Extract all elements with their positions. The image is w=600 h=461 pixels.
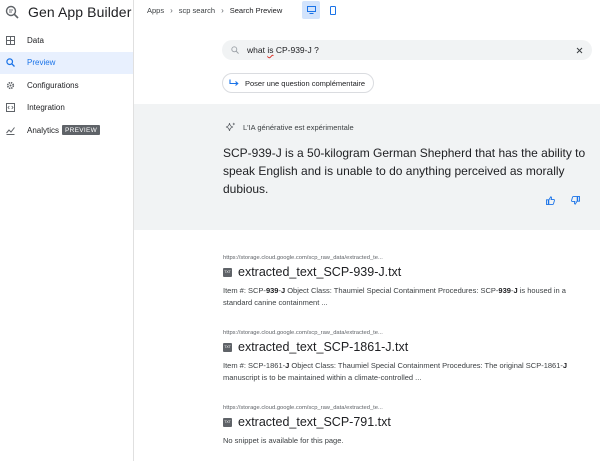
feedback-buttons — [546, 196, 580, 205]
data-grid-icon — [5, 35, 15, 45]
sidebar-item-label: Analytics — [27, 125, 60, 135]
thumbs-up-icon — [546, 196, 555, 205]
search-results: https://storage.cloud.google.com/scp_raw… — [134, 230, 600, 461]
search-query[interactable]: what is CP-939-J ? — [247, 45, 576, 55]
result-url[interactable]: https://storage.cloud.google.com/scp_raw… — [223, 255, 593, 261]
sidebar-nav: Data Preview Configurations Integration … — [0, 29, 133, 141]
text-file-icon: TXT — [223, 267, 232, 277]
mobile-view-button[interactable] — [324, 1, 342, 19]
device-toggle — [298, 1, 342, 19]
desktop-view-button[interactable] — [302, 1, 321, 19]
clear-search-button[interactable] — [576, 41, 583, 59]
breadcrumb-scp-search[interactable]: scp search — [179, 6, 215, 15]
text-file-icon: TXT — [223, 417, 232, 427]
follow-up-label: Poser une question complémentaire — [245, 78, 366, 88]
sidebar-item-label: Data — [27, 35, 44, 45]
result-url[interactable]: https://storage.cloud.google.com/scp_raw… — [223, 405, 593, 411]
result-title-link[interactable]: TXT extracted_text_SCP-939-J.txt — [223, 265, 593, 279]
integration-code-icon — [5, 103, 15, 113]
search-query-part: CP-939-J ? — [273, 45, 319, 55]
thumbs-up-button[interactable] — [546, 196, 555, 205]
follow-up-button[interactable]: Poser une question complémentaire — [222, 73, 375, 93]
brand: Gen App Builder — [0, 1, 133, 23]
search-query-part: what — [247, 45, 268, 55]
snippet-text: Object Class: Thaumiel Special Containme… — [285, 286, 499, 295]
sidebar-item-label: Preview — [27, 58, 56, 67]
sidebar-item-label: Integration — [27, 103, 65, 112]
top-bar: Apps › scp search › Search Preview — [134, 0, 600, 20]
ai-heading-label: L'IA générative est expérimentale — [243, 123, 354, 132]
close-icon — [576, 47, 583, 54]
breadcrumb-apps[interactable]: Apps — [147, 6, 164, 15]
gen-app-builder-logo-icon — [5, 5, 19, 19]
chevron-right-icon: › — [221, 5, 224, 15]
result-title: extracted_text_SCP-939-J.txt — [238, 265, 402, 279]
sidebar-item-integration[interactable]: Integration — [0, 97, 133, 119]
ai-answer-text: SCP-939-J is a 50-kilogram German Shephe… — [223, 146, 586, 196]
analytics-chart-icon — [5, 125, 15, 135]
reply-arrow-icon — [229, 79, 239, 87]
thumbs-down-button[interactable] — [571, 196, 580, 205]
desktop-icon — [306, 6, 316, 14]
sidebar-item-label: Configurations — [27, 80, 79, 90]
result-snippet: Item #: SCP-1861- J Object Class: Thaumie… — [223, 360, 593, 384]
result-snippet: Item #: SCP-939-J Object Class: Thaumiel… — [223, 285, 593, 309]
search-input[interactable]: what is CP-939-J ? — [222, 40, 592, 60]
text-file-icon: TXT — [223, 342, 232, 352]
result-item: https://storage.cloud.google.com/scp_raw… — [223, 255, 593, 309]
result-title: extracted_text_SCP-1861-J.txt — [238, 340, 409, 354]
snippet-text: manuscript is to be maintained within a … — [223, 373, 422, 382]
result-url[interactable]: https://storage.cloud.google.com/scp_raw… — [223, 330, 593, 336]
ai-heading: L'IA générative est expérimentale — [225, 122, 354, 133]
ai-summary-panel: L'IA générative est expérimentale SCP-93… — [134, 104, 600, 230]
sidebar-item-analytics[interactable]: Analytics PREVIEW — [0, 119, 133, 141]
result-title-link[interactable]: TXT extracted_text_SCP-791.txt — [223, 415, 593, 429]
thumbs-down-icon — [571, 196, 580, 205]
result-item: https://storage.cloud.google.com/scp_raw… — [223, 405, 593, 447]
app-title: Gen App Builder — [28, 4, 132, 20]
gear-icon — [5, 80, 15, 90]
snippet-highlight: 939 — [498, 286, 511, 295]
snippet-highlight: J — [562, 361, 568, 370]
sidebar-item-preview[interactable]: Preview — [0, 51, 133, 74]
snippet-highlight: 939 — [265, 286, 279, 295]
mobile-icon — [330, 5, 337, 15]
breadcrumb-current: Search Preview — [229, 5, 283, 15]
result-title-link[interactable]: TXT extracted_text_SCP-1861-J.txt — [223, 340, 593, 354]
snippet-text: Item #: SCP-1861- — [223, 361, 286, 370]
result-title: extracted_text_SCP-791.txt — [238, 415, 391, 429]
result-item: https://storage.cloud.google.com/scp_raw… — [223, 330, 593, 384]
sidebar-item-configurations[interactable]: Configurations — [0, 74, 133, 96]
snippet-text: Item #: SCP- — [223, 286, 266, 295]
search-icon — [5, 58, 15, 68]
sparkle-icon — [225, 122, 236, 133]
search-area: what is CP-939-J ? Poser une question co… — [134, 20, 600, 104]
preview-badge: PREVIEW — [62, 125, 101, 135]
sidebar: Gen App Builder Data Preview Configurati… — [0, 0, 134, 461]
chevron-right-icon: › — [170, 5, 173, 15]
sidebar-item-data[interactable]: Data — [0, 29, 133, 51]
snippet-text: Object Class: Thaumiel Special Containme… — [289, 361, 563, 370]
search-icon — [231, 41, 239, 59]
result-snippet: No snippet is available for this page. — [223, 435, 593, 447]
snippet-text: No snippet is available for this page. — [223, 436, 344, 445]
